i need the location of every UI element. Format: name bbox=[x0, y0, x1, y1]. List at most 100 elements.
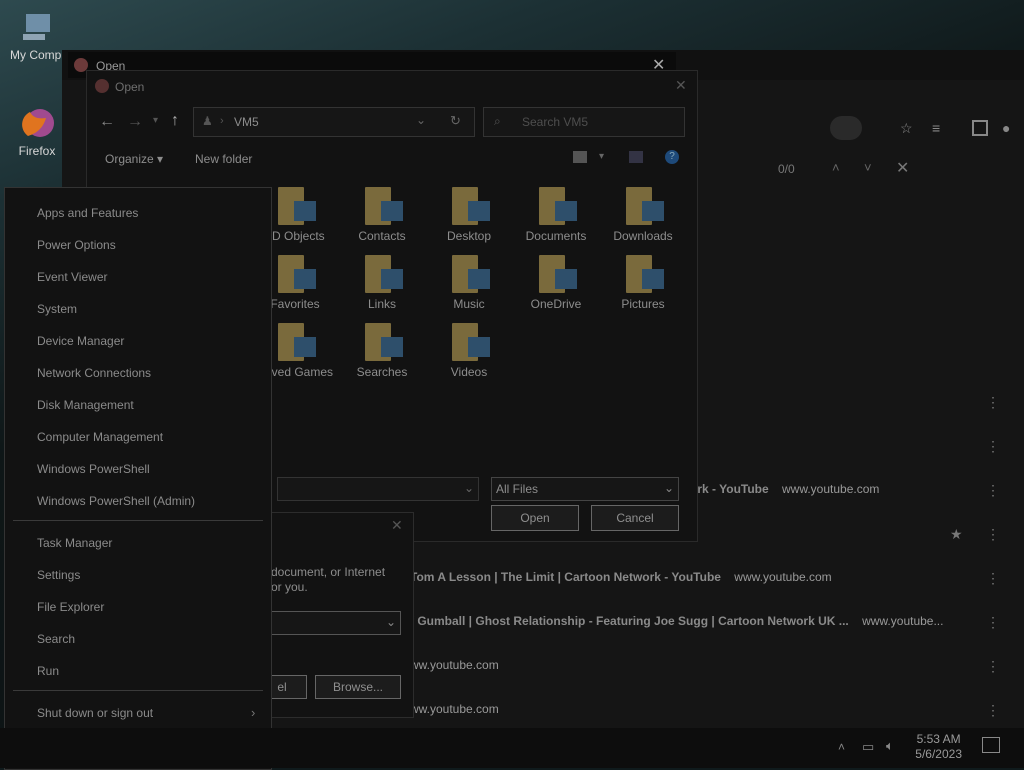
more-icon[interactable]: ⋮ bbox=[986, 614, 1000, 631]
refresh-icon[interactable]: ↻ bbox=[450, 113, 461, 129]
chevron-down-icon[interactable]: ⌄ bbox=[416, 113, 426, 127]
folder-icon bbox=[278, 255, 316, 293]
help-icon[interactable]: ? bbox=[665, 150, 679, 164]
search-icon: ⌕ bbox=[494, 114, 501, 128]
recent-dropdown-icon[interactable]: ▾ bbox=[153, 115, 158, 126]
more-icon[interactable]: ⋮ bbox=[986, 702, 1000, 719]
menu-item[interactable]: Power Options bbox=[37, 238, 116, 252]
menu-item[interactable]: System bbox=[37, 302, 77, 316]
network-icon[interactable]: ▭ bbox=[862, 739, 874, 755]
folder-label: Videos bbox=[450, 365, 488, 379]
more-icon[interactable]: ⋮ bbox=[986, 438, 1000, 455]
folder-item[interactable]: Searches bbox=[342, 323, 422, 379]
reading-list-icon[interactable]: ≡ bbox=[932, 120, 940, 136]
folder-item[interactable]: Desktop bbox=[429, 187, 509, 243]
more-icon[interactable]: ⋮ bbox=[986, 394, 1000, 411]
more-icon[interactable]: ⋮ bbox=[986, 526, 1000, 543]
menu-item[interactable]: Shut down or sign out bbox=[37, 706, 153, 720]
close-icon[interactable]: ✕ bbox=[675, 77, 687, 94]
cancel-button[interactable]: Cancel bbox=[591, 505, 679, 531]
history-url: ww.youtube.com bbox=[410, 702, 499, 716]
dialog-title: Open bbox=[115, 80, 145, 94]
desktop-icon-label: My Compi bbox=[9, 48, 64, 62]
menu-item[interactable]: Device Manager bbox=[37, 334, 124, 348]
more-icon[interactable]: ⋮ bbox=[986, 482, 1000, 499]
history-url: www.youtube... bbox=[862, 614, 944, 628]
history-row[interactable]: ww.youtube.com bbox=[410, 658, 499, 702]
more-icon[interactable]: ⋮ bbox=[986, 658, 1000, 675]
find-close-icon[interactable]: ✕ bbox=[896, 158, 909, 178]
folder-item[interactable]: Pictures bbox=[603, 255, 683, 311]
folder-icon bbox=[278, 323, 316, 361]
run-dialog-text-line1: document, or Internet bbox=[271, 565, 386, 579]
menu-item[interactable]: Settings bbox=[37, 568, 80, 582]
folder-item[interactable]: OneDrive bbox=[516, 255, 596, 311]
taskbar-clock[interactable]: 5:53 AM 5/6/2023 bbox=[915, 732, 962, 762]
folder-icon bbox=[365, 323, 403, 361]
forward-arrow-icon[interactable]: → bbox=[127, 113, 143, 131]
extension-button[interactable] bbox=[830, 116, 862, 140]
folder-icon bbox=[452, 255, 490, 293]
menu-item[interactable]: Apps and Features bbox=[37, 206, 138, 220]
up-arrow-icon[interactable]: ↑ bbox=[171, 112, 179, 130]
chevron-right-icon: › bbox=[220, 115, 224, 127]
menu-item[interactable]: Network Connections bbox=[37, 366, 151, 380]
folder-item[interactable]: Music bbox=[429, 255, 509, 311]
file-type-select[interactable]: All Files ⌄ bbox=[491, 477, 679, 501]
user-folder-icon: ♟ bbox=[202, 114, 213, 128]
back-arrow-icon[interactable]: ← bbox=[99, 113, 115, 131]
profile-icon[interactable]: ● bbox=[1002, 120, 1010, 136]
folder-item[interactable]: Videos bbox=[429, 323, 509, 379]
folder-item[interactable]: Links bbox=[342, 255, 422, 311]
view-dropdown-icon[interactable]: ▾ bbox=[599, 151, 604, 162]
address-path: VM5 bbox=[234, 115, 259, 129]
history-url: www.youtube.com bbox=[734, 570, 832, 584]
folder-icon bbox=[539, 187, 577, 225]
menu-item[interactable]: Event Viewer bbox=[37, 270, 107, 284]
find-next-icon[interactable]: ˅ bbox=[864, 160, 872, 175]
star-icon[interactable]: ☆ bbox=[900, 120, 913, 137]
open-button[interactable]: Open bbox=[491, 505, 579, 531]
folder-item[interactable]: Downloads bbox=[603, 187, 683, 243]
chrome-icon bbox=[95, 79, 109, 93]
folder-label: OneDrive bbox=[530, 297, 582, 311]
chevron-down-icon[interactable]: ⌄ bbox=[464, 481, 474, 495]
menu-item[interactable]: Computer Management bbox=[37, 430, 163, 444]
more-icon[interactable]: ⋮ bbox=[986, 570, 1000, 587]
volume-icon[interactable]: 🔈︎ bbox=[886, 738, 894, 754]
run-browse-button[interactable]: Browse... bbox=[315, 675, 401, 699]
folder-icon bbox=[626, 187, 664, 225]
folder-item[interactable]: Contacts bbox=[342, 187, 422, 243]
bookmark-star-icon[interactable]: ★ bbox=[950, 526, 963, 543]
chevron-down-icon[interactable]: ⌄ bbox=[386, 615, 396, 629]
history-url: ww.youtube.com bbox=[410, 658, 499, 672]
view-options-icon[interactable] bbox=[573, 151, 587, 163]
history-row[interactable]: ork - YouTube www.youtube.com bbox=[690, 482, 879, 526]
menu-item[interactable]: Disk Management bbox=[37, 398, 134, 412]
menu-item[interactable]: Task Manager bbox=[37, 536, 112, 550]
new-folder-button[interactable]: New folder bbox=[195, 152, 252, 166]
menu-item[interactable]: Run bbox=[37, 664, 59, 678]
history-row[interactable]: f Gumball | Ghost Relationship - Featuri… bbox=[410, 614, 943, 658]
close-icon[interactable]: ✕ bbox=[391, 517, 403, 534]
organize-button[interactable]: Organize ▾ bbox=[105, 152, 163, 166]
find-prev-icon[interactable]: ˄ bbox=[832, 160, 840, 175]
chevron-up-icon[interactable]: ˄ bbox=[838, 740, 845, 754]
menu-item[interactable]: Windows PowerShell (Admin) bbox=[37, 494, 195, 508]
sidebar-icon[interactable] bbox=[972, 120, 988, 136]
folder-label: Music bbox=[453, 297, 485, 311]
notification-icon[interactable] bbox=[982, 737, 1000, 753]
address-bar[interactable]: ♟ › VM5 ⌄ ↻ bbox=[193, 107, 475, 137]
run-dialog-text-line2: or you. bbox=[271, 580, 308, 594]
menu-item[interactable]: Search bbox=[37, 632, 75, 646]
preview-pane-icon[interactable] bbox=[629, 151, 643, 163]
folder-item[interactable]: Documents bbox=[516, 187, 596, 243]
menu-item[interactable]: Windows PowerShell bbox=[37, 462, 150, 476]
run-command-input[interactable]: ⌄ bbox=[257, 611, 401, 635]
menu-item[interactable]: File Explorer bbox=[37, 600, 104, 614]
history-row[interactable]: Tom A Lesson | The Limit | Cartoon Netwo… bbox=[410, 570, 832, 614]
filename-input[interactable]: ⌄ bbox=[277, 477, 479, 501]
search-input[interactable]: ⌕ Search VM5 bbox=[483, 107, 685, 137]
clock-date: 5/6/2023 bbox=[915, 747, 962, 761]
folder-icon bbox=[365, 187, 403, 225]
